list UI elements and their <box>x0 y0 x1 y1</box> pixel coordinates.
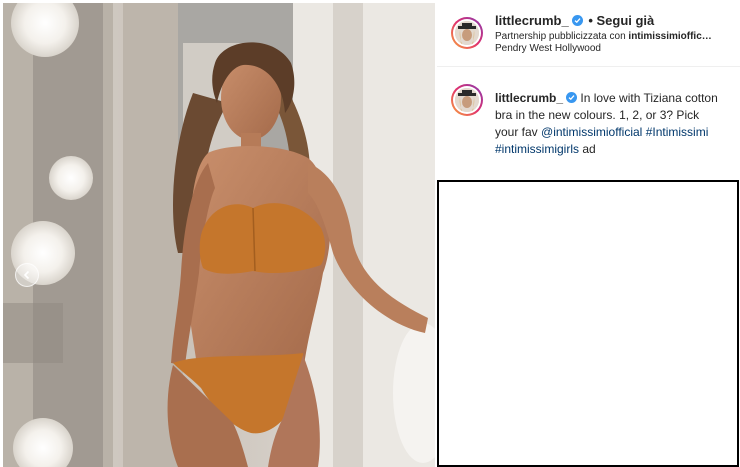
caption-username[interactable]: littlecrumb_ <box>495 91 563 105</box>
verified-badge-icon <box>566 92 578 103</box>
following-button[interactable]: • Segui già <box>588 13 654 28</box>
paid-partnership-label: Partnership pubblicizzata con intimissim… <box>495 31 712 42</box>
chevron-left-icon <box>23 270 30 280</box>
avatar-image <box>455 88 479 112</box>
hashtag-link[interactable]: #Intimissimi <box>646 125 709 139</box>
header-username-row: littlecrumb_ • Segui già <box>495 13 654 28</box>
partnership-prefix: Partnership pubblicizzata con <box>495 31 626 42</box>
ad-label: ad <box>582 142 596 156</box>
mention-link[interactable]: @intimissimiofficial <box>541 125 642 139</box>
bra-top <box>199 203 326 274</box>
caption-text: littlecrumb_ In love with Tiziana cotton… <box>495 90 725 158</box>
post-photo[interactable] <box>3 3 435 467</box>
hashtag-link[interactable]: #intimissimigirls <box>495 142 579 156</box>
comments-area <box>437 180 739 467</box>
vanity-bulb <box>49 156 93 200</box>
photo-illustration <box>3 3 435 467</box>
header-username[interactable]: littlecrumb_ <box>495 13 569 28</box>
verified-badge-icon <box>571 15 583 26</box>
post-sidebar: littlecrumb_ • Segui già Partnership pub… <box>437 0 740 467</box>
instagram-post: littlecrumb_ • Segui già Partnership pub… <box>0 0 740 467</box>
post-caption: littlecrumb_ In love with Tiziana cotton… <box>437 66 740 180</box>
avatar[interactable] <box>451 17 483 49</box>
caption-avatar[interactable] <box>451 84 483 116</box>
partnership-brand-link[interactable]: intimissimioffic… <box>628 31 711 42</box>
location-link[interactable]: Pendry West Hollywood <box>495 43 601 54</box>
post-header: littlecrumb_ • Segui già Partnership pub… <box>437 0 740 67</box>
carousel-previous-button[interactable] <box>15 263 39 287</box>
avatar-image <box>455 21 479 45</box>
